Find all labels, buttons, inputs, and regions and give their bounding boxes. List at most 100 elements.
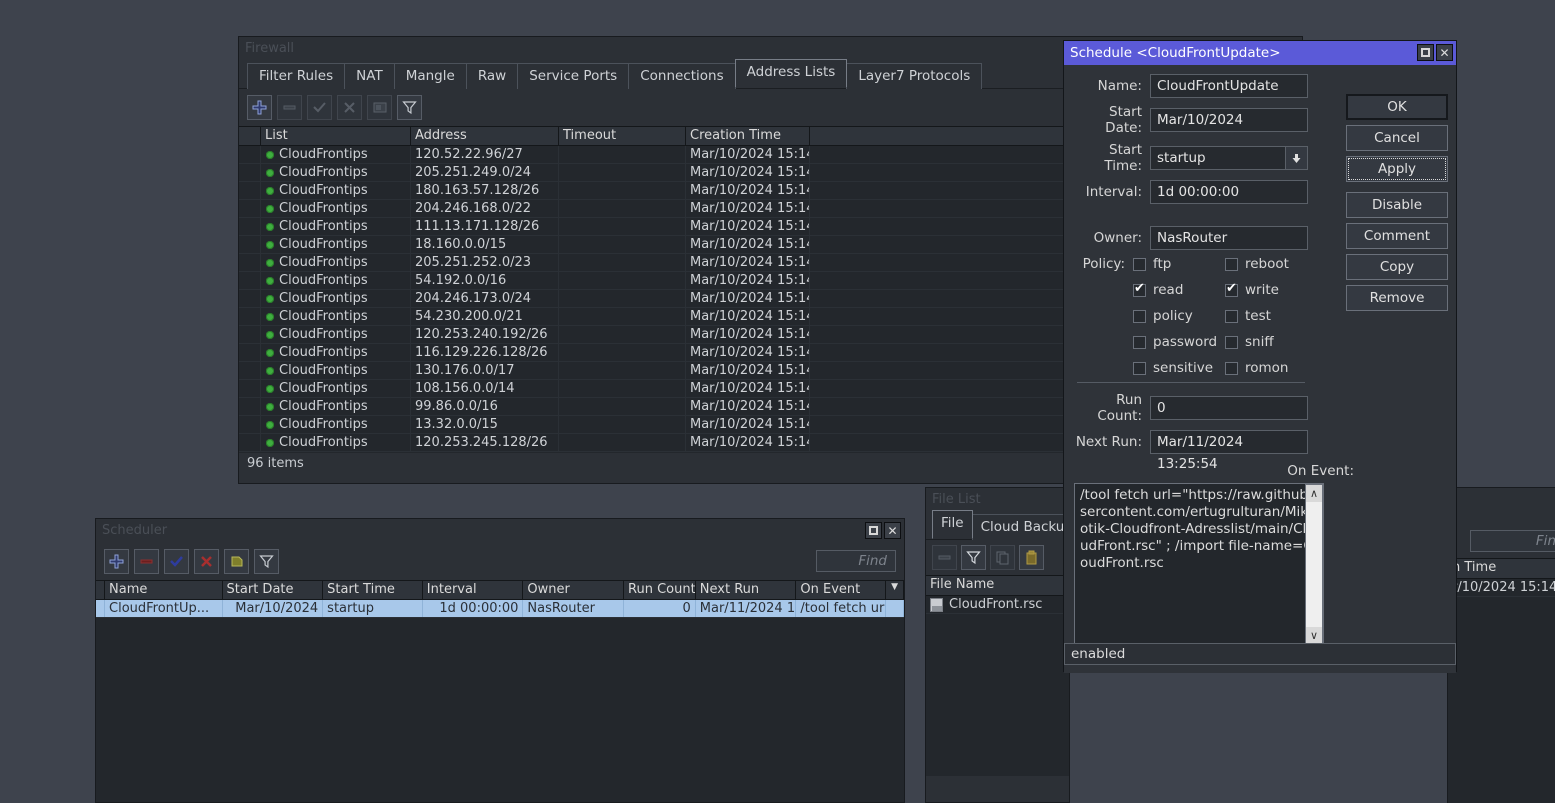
maximize-button[interactable]	[1417, 44, 1434, 61]
next-run-input[interactable]: Mar/11/2024 13:25:54	[1150, 430, 1308, 472]
policy-checkbox-test[interactable]: test	[1225, 308, 1317, 324]
column-chooser-button[interactable]: ▼	[886, 581, 905, 599]
column-header-name[interactable]: Name	[105, 581, 223, 599]
start-time-dropdown-button[interactable]	[1286, 146, 1308, 170]
schedule-dialog[interactable]: Schedule <CloudFrontUpdate> ✕ Name: Clou…	[1063, 40, 1457, 673]
tab-nat[interactable]: NAT	[344, 63, 395, 89]
list-name-label: CloudFrontips	[279, 183, 368, 198]
on-event-scrollbar[interactable]: ∧ ∨	[1305, 484, 1323, 645]
copy-button[interactable]: Copy	[1346, 254, 1448, 280]
policy-checkbox-ftp[interactable]: ftp	[1133, 256, 1225, 272]
row-marker	[239, 236, 261, 253]
owner-input[interactable]: NasRouter	[1150, 226, 1308, 250]
remove-button[interactable]	[134, 549, 159, 574]
paste-button[interactable]	[1019, 545, 1044, 570]
disable-button[interactable]	[337, 95, 362, 120]
scroll-down-button[interactable]: ∨	[1306, 627, 1322, 644]
apply-button[interactable]: Apply	[1346, 156, 1448, 182]
remove-button[interactable]: Remove	[1346, 285, 1448, 311]
interval-input[interactable]: 1d 00:00:00	[1150, 180, 1308, 204]
cell-creation-time: Mar/10/2024 15:14..	[686, 308, 810, 325]
ok-button[interactable]: OK	[1346, 94, 1448, 120]
name-input[interactable]: CloudFrontUpdate	[1150, 74, 1308, 98]
tab-service-ports[interactable]: Service Ports	[517, 63, 630, 89]
column-header-address[interactable]: Address	[411, 127, 559, 145]
enable-button[interactable]	[307, 95, 332, 120]
list-item[interactable]: CloudFront.rsc	[926, 596, 1069, 614]
policy-checkbox-read[interactable]: read	[1133, 281, 1225, 298]
add-button[interactable]	[104, 549, 129, 574]
schedule-dialog-titlebar[interactable]: Schedule <CloudFrontUpdate> ✕	[1064, 41, 1456, 65]
filter-button[interactable]	[961, 545, 986, 570]
comment-button[interactable]	[367, 95, 392, 120]
scroll-up-button[interactable]: ∧	[1306, 485, 1322, 502]
column-header-start-date[interactable]: Start Date	[223, 581, 324, 599]
close-button[interactable]: ✕	[1436, 44, 1453, 61]
row-marker	[239, 434, 261, 451]
on-event-textarea[interactable]: /tool fetch url="https://raw.githubuserc…	[1074, 483, 1324, 646]
start-time-input[interactable]: startup	[1150, 146, 1286, 170]
cell-creation-time: Mar/10/2024 15:14..	[686, 254, 810, 271]
row-marker	[239, 290, 261, 307]
start-date-input[interactable]: Mar/10/2024	[1150, 108, 1308, 132]
background-column-header[interactable]: n Time	[1448, 559, 1555, 578]
scheduler-find-input[interactable]: Find	[816, 550, 896, 572]
table-row[interactable]: r/10/2024 15:14:	[1448, 579, 1555, 597]
policy-checkbox-reboot[interactable]: reboot	[1225, 256, 1317, 272]
copy-button[interactable]	[990, 545, 1015, 570]
scrollbar-track[interactable]	[1306, 502, 1322, 627]
remove-button[interactable]	[277, 95, 302, 120]
tab-filter-rules[interactable]: Filter Rules	[247, 63, 346, 89]
policy-label: Policy:	[1082, 256, 1125, 272]
policy-checkbox-romon[interactable]: romon	[1225, 360, 1317, 376]
cell-creation-time: Mar/10/2024 15:14..	[686, 218, 810, 235]
table-row[interactable]: CloudFrontUp... Mar/10/2024 startup 1d 0…	[96, 600, 905, 618]
disable-button[interactable]: Disable	[1346, 192, 1448, 218]
policy-checkbox-write[interactable]: write	[1225, 281, 1317, 298]
file-list-window[interactable]: File List File Cloud Backup File Name Cl…	[925, 487, 1082, 803]
comment-button[interactable]	[224, 549, 249, 574]
disable-button[interactable]	[194, 549, 219, 574]
policy-checkbox-sniff[interactable]: sniff	[1225, 334, 1317, 350]
file-list-titlebar[interactable]: File List	[926, 488, 1069, 512]
remove-button[interactable]	[932, 545, 957, 570]
scheduler-window[interactable]: Scheduler ✕ Find Name Start Date Start T…	[95, 518, 905, 803]
column-header-timeout[interactable]: Timeout	[559, 127, 686, 145]
policy-checkbox-password[interactable]: password	[1133, 334, 1225, 350]
column-header-start-time[interactable]: Start Time	[323, 581, 423, 599]
column-header-next-run[interactable]: Next Run	[696, 581, 797, 599]
close-button[interactable]: ✕	[884, 522, 901, 539]
cell-creation-time: Mar/10/2024 15:14..	[686, 164, 810, 181]
background-find-input[interactable]: Fin	[1470, 530, 1555, 552]
column-header-run-count[interactable]: Run Count	[624, 581, 696, 599]
policy-checkbox-policy[interactable]: policy	[1133, 308, 1225, 324]
filter-button[interactable]	[254, 549, 279, 574]
status-dot-icon	[266, 186, 274, 195]
tab-connections[interactable]: Connections	[628, 63, 736, 89]
cell-creation-time: Mar/10/2024 15:14..	[686, 344, 810, 361]
tab-raw[interactable]: Raw	[465, 63, 519, 89]
column-header-on-event[interactable]: On Event	[796, 581, 887, 599]
tab-mangle[interactable]: Mangle	[393, 63, 467, 89]
column-header-owner[interactable]: Owner	[523, 581, 625, 599]
filter-button[interactable]	[397, 95, 422, 120]
column-header-list[interactable]: List	[261, 127, 411, 145]
add-button[interactable]	[247, 95, 272, 120]
cell-interval: 1d 00:00:00	[422, 600, 524, 617]
row-marker	[239, 272, 261, 289]
maximize-button[interactable]	[865, 522, 882, 539]
policy-checkbox-sensitive[interactable]: sensitive	[1133, 360, 1225, 376]
column-header-interval[interactable]: Interval	[423, 581, 524, 599]
scheduler-titlebar[interactable]: Scheduler ✕	[96, 519, 904, 543]
column-header-file-name[interactable]: File Name	[926, 576, 1069, 595]
tab-file[interactable]: File	[932, 510, 973, 539]
run-count-input[interactable]: 0	[1150, 396, 1308, 420]
enable-button[interactable]	[164, 549, 189, 574]
cancel-button[interactable]: Cancel	[1346, 125, 1448, 151]
comment-button[interactable]: Comment	[1346, 223, 1448, 249]
tab-layer7-protocols[interactable]: Layer7 Protocols	[846, 63, 983, 89]
column-header-creation-time[interactable]: Creation Time	[686, 127, 810, 145]
cell-list: CloudFrontips	[261, 416, 411, 433]
background-window[interactable]: Fin n Time r/10/2024 15:14:	[1447, 487, 1555, 803]
tab-address-lists[interactable]: Address Lists	[734, 59, 848, 88]
